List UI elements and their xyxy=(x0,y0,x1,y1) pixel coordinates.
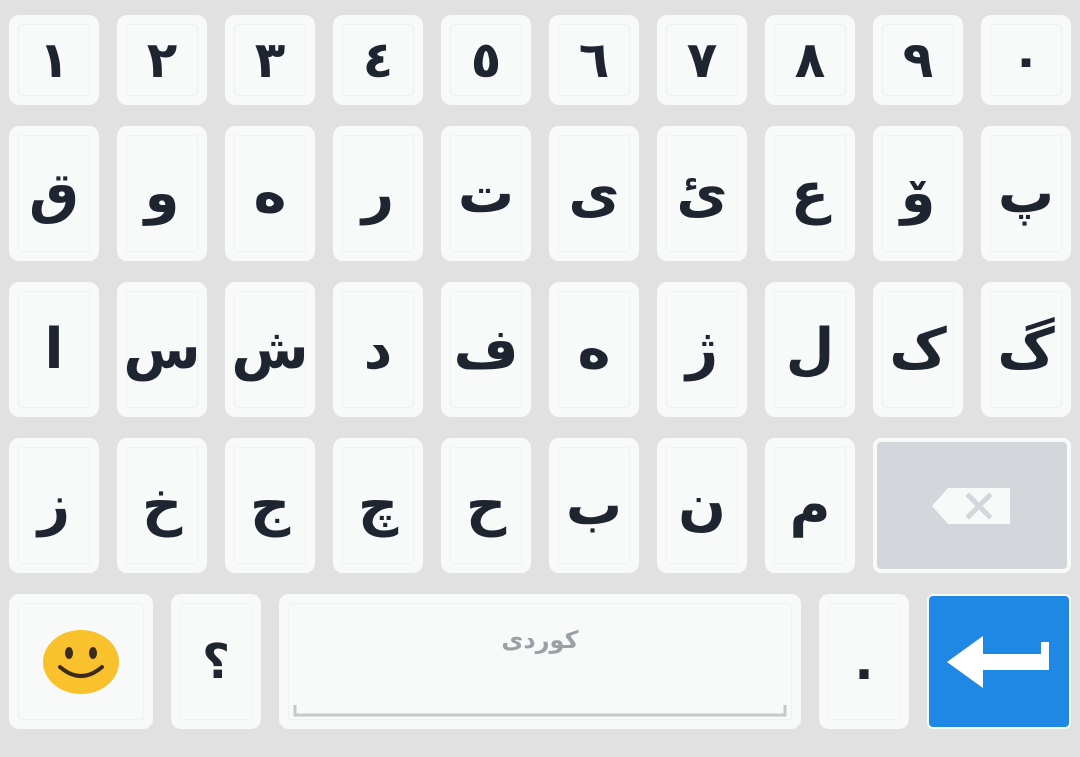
key-gaf[interactable]: گ xyxy=(981,282,1071,417)
key-waw[interactable]: و xyxy=(117,126,207,261)
key-0[interactable]: ٠ xyxy=(981,15,1071,105)
key-oe-label: ۆ xyxy=(900,160,936,226)
key-yeh[interactable]: ی xyxy=(549,126,639,261)
key-jeh[interactable]: ژ xyxy=(657,282,747,417)
key-qaf-label: ق xyxy=(28,160,80,226)
key-2[interactable]: ٢ xyxy=(117,15,207,105)
key-jeh-label: ژ xyxy=(685,316,719,382)
key-5[interactable]: ٥ xyxy=(441,15,531,105)
emoji-key[interactable] xyxy=(9,594,153,729)
backspace-icon xyxy=(932,487,1010,524)
key-2-label: ٢ xyxy=(146,31,178,89)
key-hah[interactable]: ح xyxy=(441,438,531,573)
key-peh[interactable]: پ xyxy=(981,126,1071,261)
key-hah-label: ح xyxy=(465,472,507,538)
key-beh-label: ب xyxy=(565,472,623,538)
key-7-label: ٧ xyxy=(686,31,718,89)
key-sheen[interactable]: ش xyxy=(225,282,315,417)
key-zain[interactable]: ز xyxy=(9,438,99,573)
key-heh[interactable]: ه xyxy=(549,282,639,417)
key-lam[interactable]: ل xyxy=(765,282,855,417)
key-alef[interactable]: ا xyxy=(9,282,99,417)
key-teh-label: ت xyxy=(457,160,515,226)
key-khah-label: خ xyxy=(141,472,183,538)
key-3-label: ٣ xyxy=(254,31,286,89)
key-noon-label: ن xyxy=(678,472,726,538)
key-heh-label: ه xyxy=(577,316,611,382)
key-9[interactable]: ٩ xyxy=(873,15,963,105)
key-ain-label: ع xyxy=(790,160,830,226)
key-peh-label: پ xyxy=(997,160,1055,226)
key-lam-label: ل xyxy=(785,316,835,382)
key-0-label: ٠ xyxy=(1010,31,1042,89)
key-meem[interactable]: م xyxy=(765,438,855,573)
key-dal-label: د xyxy=(363,316,393,382)
key-feh-label: ف xyxy=(453,316,519,382)
key-reh[interactable]: ر xyxy=(333,126,423,261)
key-6-label: ٦ xyxy=(578,31,610,89)
key-dal[interactable]: د xyxy=(333,282,423,417)
key-seen[interactable]: س xyxy=(117,282,207,417)
backspace-key[interactable] xyxy=(873,438,1071,573)
key-9-label: ٩ xyxy=(902,31,934,89)
key-4-label: ٤ xyxy=(362,31,394,89)
space-key[interactable]: كوردی xyxy=(279,594,801,729)
key-hamza-yeh-label: ئ xyxy=(676,160,728,226)
key-8-label: ٨ xyxy=(794,31,826,89)
key-jeem[interactable]: ج xyxy=(225,438,315,573)
key-4[interactable]: ٤ xyxy=(333,15,423,105)
question-mark-key[interactable]: ؟ xyxy=(171,594,261,729)
space-language-label: كوردی xyxy=(501,626,579,654)
key-gaf-label: گ xyxy=(997,316,1055,382)
key-7[interactable]: ٧ xyxy=(657,15,747,105)
key-jeem-label: ج xyxy=(249,472,291,538)
key-tcheh-label: چ xyxy=(357,472,399,538)
key-ae[interactable]: ە xyxy=(225,126,315,261)
key-tcheh[interactable]: چ xyxy=(333,438,423,573)
key-1[interactable]: ١ xyxy=(9,15,99,105)
key-meem-label: م xyxy=(789,472,831,538)
key-ae-label: ە xyxy=(253,160,287,226)
period-key[interactable]: . xyxy=(819,594,909,729)
key-teh[interactable]: ت xyxy=(441,126,531,261)
key-beh[interactable]: ب xyxy=(549,438,639,573)
enter-key[interactable] xyxy=(927,594,1071,729)
key-reh-label: ر xyxy=(361,160,395,226)
key-noon[interactable]: ن xyxy=(657,438,747,573)
period-label: . xyxy=(854,631,874,692)
key-alef-label: ا xyxy=(44,316,64,382)
key-khah[interactable]: خ xyxy=(117,438,207,573)
smiley-face-icon xyxy=(43,629,119,694)
key-3[interactable]: ٣ xyxy=(225,15,315,105)
key-qaf[interactable]: ق xyxy=(9,126,99,261)
key-feh[interactable]: ف xyxy=(441,282,531,417)
key-seen-label: س xyxy=(123,316,201,382)
spacebar-icon xyxy=(293,705,787,717)
key-8[interactable]: ٨ xyxy=(765,15,855,105)
key-1-label: ١ xyxy=(38,31,70,89)
key-sheen-label: ش xyxy=(231,316,309,382)
key-keheh[interactable]: ک xyxy=(873,282,963,417)
question-mark-label: ؟ xyxy=(202,633,230,690)
key-yeh-label: ی xyxy=(568,160,620,226)
key-oe[interactable]: ۆ xyxy=(873,126,963,261)
key-zain-label: ز xyxy=(37,472,71,538)
key-keheh-label: ک xyxy=(889,316,947,382)
key-waw-label: و xyxy=(144,160,180,226)
key-5-label: ٥ xyxy=(470,31,502,89)
key-6[interactable]: ٦ xyxy=(549,15,639,105)
key-hamza-yeh[interactable]: ئ xyxy=(657,126,747,261)
key-ain[interactable]: ع xyxy=(765,126,855,261)
enter-arrow-icon xyxy=(947,635,1049,688)
